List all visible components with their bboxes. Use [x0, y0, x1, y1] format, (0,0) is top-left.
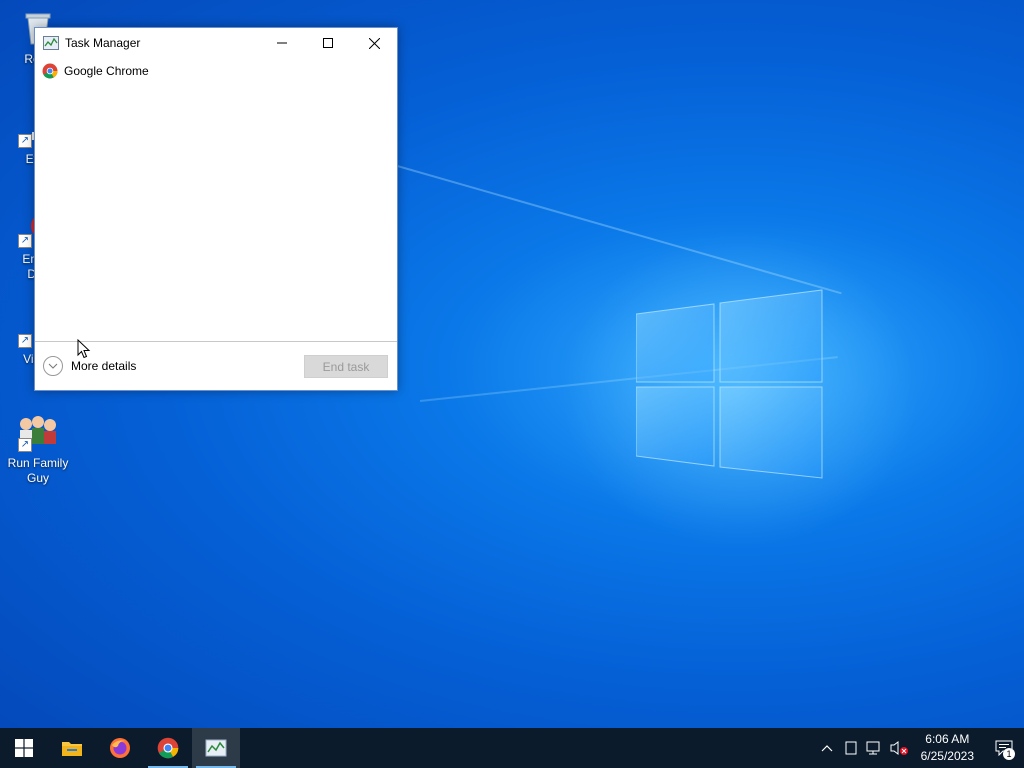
minimize-icon — [277, 42, 287, 44]
process-name: Google Chrome — [64, 64, 149, 78]
volume-muted-icon — [890, 741, 908, 755]
window-title: Task Manager — [65, 36, 141, 50]
close-icon — [368, 37, 380, 49]
maximize-icon — [323, 38, 333, 48]
close-button[interactable] — [351, 28, 397, 58]
chevron-up-icon — [821, 745, 833, 752]
chevron-down-icon — [43, 356, 63, 376]
wallpaper-windows-logo — [636, 289, 823, 479]
shortcut-arrow-icon: ↗ — [18, 234, 32, 248]
start-button[interactable] — [0, 728, 48, 768]
more-details-toggle[interactable]: More details — [43, 356, 136, 376]
title-bar[interactable]: Task Manager — [35, 28, 397, 58]
taskbar-task-manager[interactable] — [192, 728, 240, 768]
taskbar-chrome[interactable] — [144, 728, 192, 768]
family-guy-icon: ↗ — [18, 412, 58, 452]
network-icon — [866, 741, 880, 755]
show-hidden-icons-button[interactable] — [815, 728, 839, 768]
shortcut-arrow-icon: ↗ — [18, 438, 32, 452]
minimize-button[interactable] — [259, 28, 305, 58]
task-manager-icon — [205, 739, 227, 757]
desktop-icon-label-line1: Run Family — [7, 456, 69, 470]
system-tray: 6:06 AM 6/25/2023 1 — [815, 728, 1024, 768]
process-row[interactable]: Google Chrome — [35, 58, 397, 84]
maximize-button[interactable] — [305, 28, 351, 58]
end-task-button[interactable]: End task — [304, 355, 388, 378]
folder-icon — [62, 742, 82, 756]
mouse-cursor-icon — [77, 339, 91, 359]
clock[interactable]: 6:06 AM 6/25/2023 — [911, 731, 984, 765]
clock-time: 6:06 AM — [925, 732, 970, 746]
desktop: Recy ↗ Ever D C ↗ Emba Dev ↗ — [0, 0, 1024, 728]
device-icon — [845, 741, 857, 755]
shortcut-arrow-icon: ↗ — [18, 334, 32, 348]
tray-network-button[interactable] — [863, 728, 887, 768]
clock-date: 6/25/2023 — [920, 749, 974, 763]
firefox-icon — [110, 738, 130, 758]
windows-start-icon — [15, 739, 33, 757]
process-list: Google Chrome — [35, 58, 397, 342]
tray-device-button[interactable] — [839, 728, 863, 768]
taskbar-file-explorer[interactable] — [48, 728, 96, 768]
wallpaper-light-beam — [379, 160, 842, 295]
task-manager-icon — [43, 36, 59, 50]
desktop-icon-label-line2: Guy — [26, 471, 49, 485]
action-center-button[interactable]: 1 — [984, 728, 1024, 768]
taskbar: 6:06 AM 6/25/2023 1 — [0, 728, 1024, 768]
more-details-label: More details — [71, 359, 137, 373]
chrome-icon — [157, 737, 179, 759]
desktop-icon-run-family-guy[interactable]: ↗ Run Family Guy — [0, 412, 76, 486]
tray-volume-button[interactable] — [887, 728, 911, 768]
chrome-icon — [42, 63, 58, 79]
notification-count-badge: 1 — [1003, 748, 1015, 760]
shortcut-arrow-icon: ↗ — [18, 134, 32, 148]
task-manager-window[interactable]: Task Manager Google Chrome More details … — [34, 27, 398, 391]
taskbar-firefox[interactable] — [96, 728, 144, 768]
